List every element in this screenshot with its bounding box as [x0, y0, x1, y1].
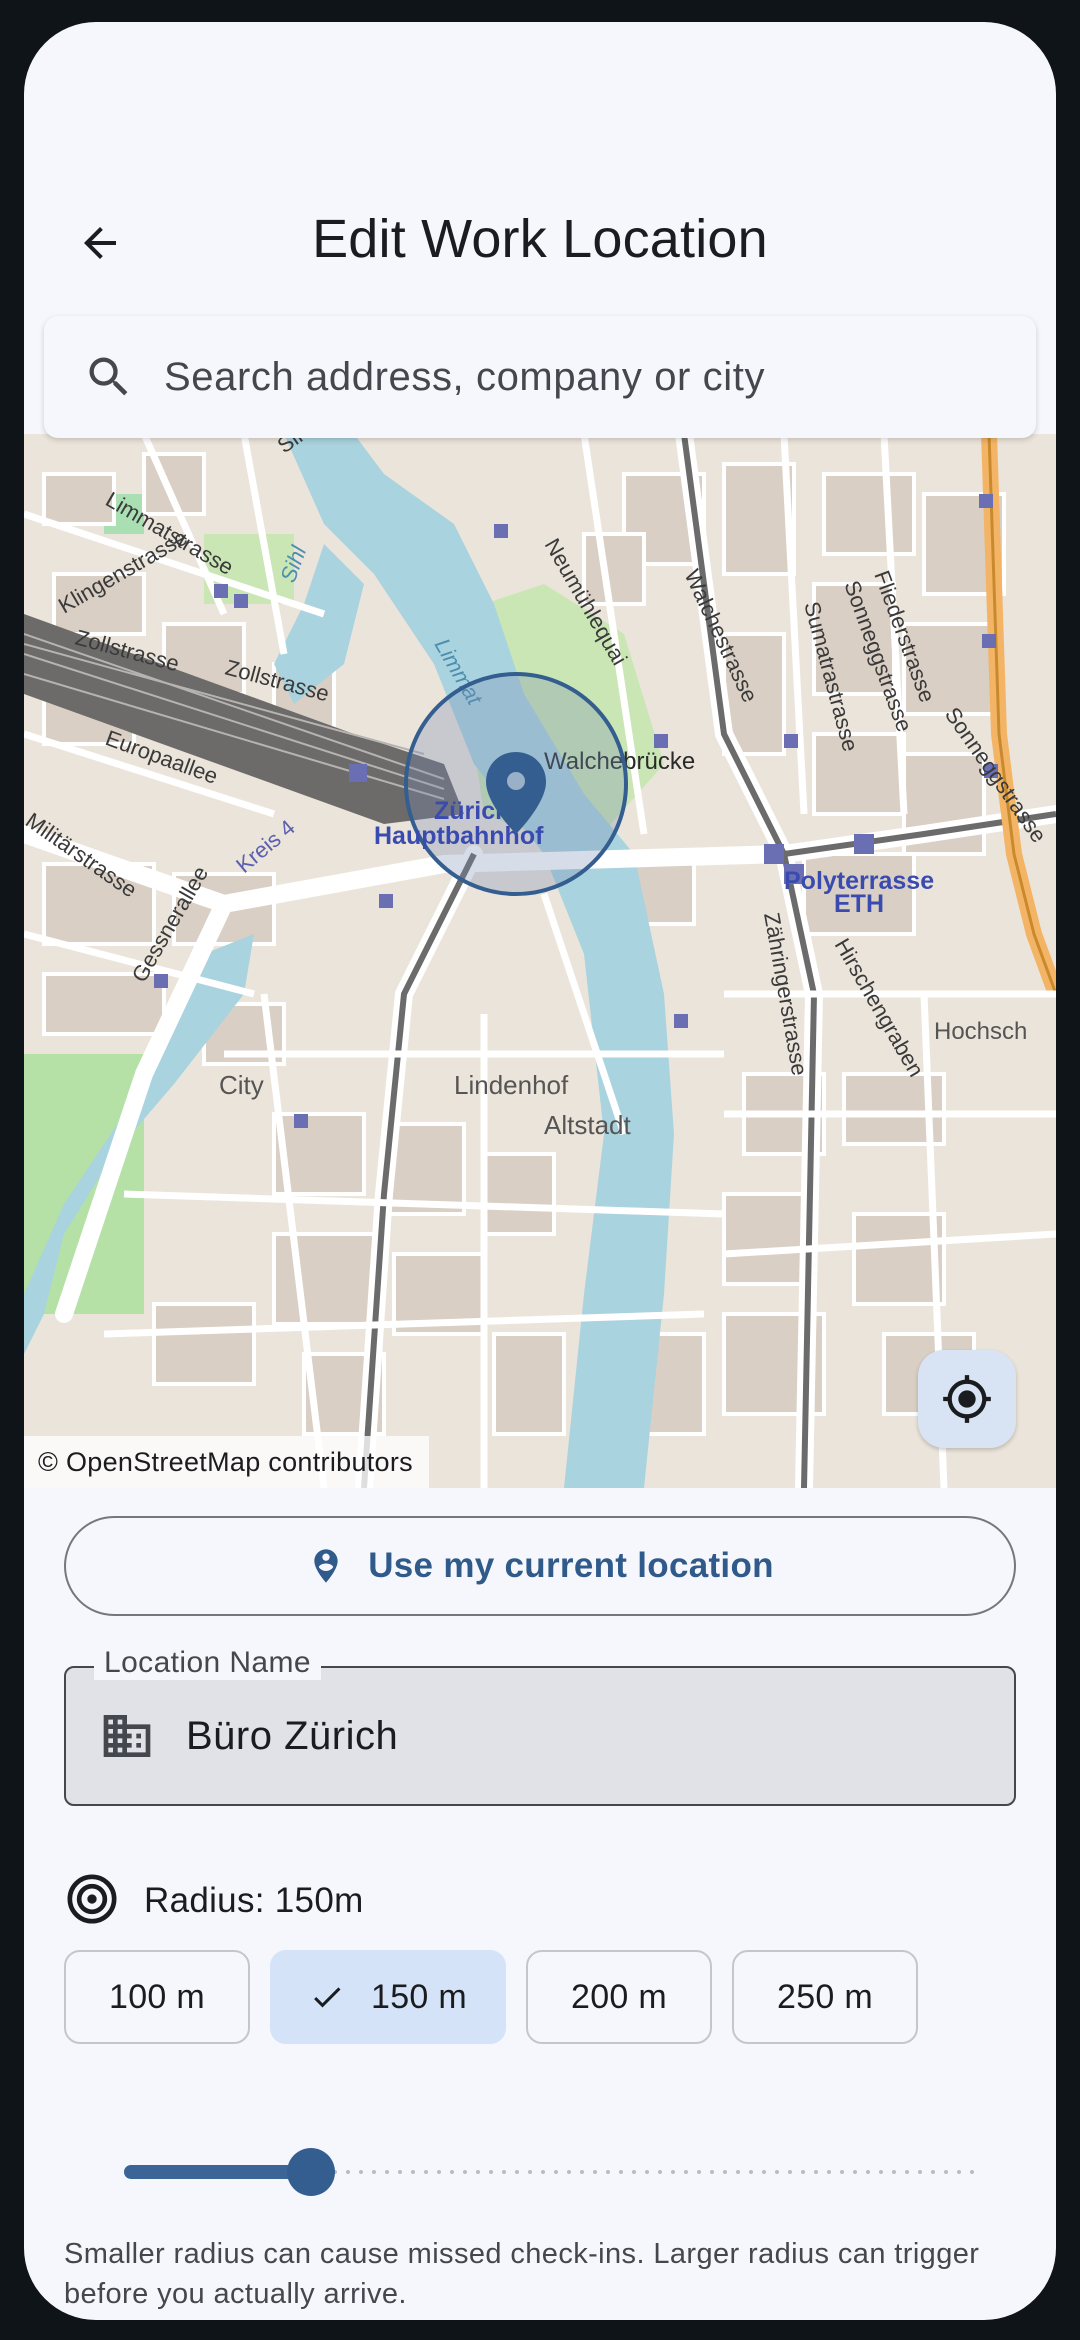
radius-chip-200[interactable]: 200 m [526, 1950, 712, 2044]
radius-chip-250[interactable]: 250 m [732, 1950, 918, 2044]
slider-tick [658, 2170, 662, 2174]
location-name-field[interactable]: Location Name [64, 1646, 1016, 1806]
check-icon [309, 1979, 345, 2015]
slider-tick [879, 2170, 883, 2174]
slider-tick [528, 2170, 532, 2174]
slider-tick [632, 2170, 636, 2174]
use-current-location-button[interactable]: Use my current location [64, 1516, 1016, 1616]
location-name-label: Location Name [94, 1646, 321, 1680]
slider-tick [372, 2170, 376, 2174]
slider-tick [736, 2170, 740, 2174]
person-pin-icon [306, 1546, 346, 1586]
app-bar: Edit Work Location [24, 172, 1056, 318]
slider-tick [905, 2170, 909, 2174]
slider-tick [463, 2170, 467, 2174]
poly-label-2: ETH [834, 890, 884, 918]
svg-text:Lindenhof: Lindenhof [454, 1070, 569, 1100]
building-icon [66, 1708, 186, 1764]
slider-tick [840, 2170, 844, 2174]
slider-tick [580, 2170, 584, 2174]
slider-tick [567, 2170, 571, 2174]
slider-tick [957, 2170, 961, 2174]
use-current-location-label: Use my current location [368, 1546, 774, 1585]
radius-label: Radius: 150m [144, 1881, 364, 1920]
recenter-button[interactable] [918, 1350, 1016, 1448]
slider-tick [723, 2170, 727, 2174]
svg-text:City: City [219, 1070, 264, 1100]
slider-tick [645, 2170, 649, 2174]
slider-tick [853, 2170, 857, 2174]
slider-tick [346, 2170, 350, 2174]
slider-tick [814, 2170, 818, 2174]
radius-slider[interactable] [124, 2142, 976, 2202]
slider-tick [801, 2170, 805, 2174]
slider-tick [515, 2170, 519, 2174]
phone-screen: Edit Work Location Search address, compa… [24, 22, 1056, 2320]
radius-target-icon [64, 1871, 120, 1932]
slider-tick [892, 2170, 896, 2174]
search-bar[interactable] [44, 316, 1036, 438]
slider-tick [918, 2170, 922, 2174]
location-name-input[interactable] [186, 1713, 1014, 1759]
svg-text:Altstadt: Altstadt [544, 1110, 631, 1140]
page-title: Edit Work Location [312, 209, 768, 269]
radius-chip-100[interactable]: 100 m [64, 1950, 250, 2044]
slider-active-track [124, 2165, 312, 2179]
slider-tick [476, 2170, 480, 2174]
slider-tick [489, 2170, 493, 2174]
slider-tick [593, 2170, 597, 2174]
slider-tick [606, 2170, 610, 2174]
slider-tick [359, 2170, 363, 2174]
slider-tick [502, 2170, 506, 2174]
slider-tick [437, 2170, 441, 2174]
slider-tick [944, 2170, 948, 2174]
slider-tick [411, 2170, 415, 2174]
slider-tick [385, 2170, 389, 2174]
slider-tick [775, 2170, 779, 2174]
slider-tick [970, 2170, 974, 2174]
slider-tick [671, 2170, 675, 2174]
slider-tick [450, 2170, 454, 2174]
slider-thumb[interactable] [287, 2148, 336, 2196]
slider-tick [931, 2170, 935, 2174]
radius-chip-150[interactable]: 150 m [270, 1950, 506, 2044]
slider-tick [541, 2170, 545, 2174]
slider-tick [619, 2170, 623, 2174]
slider-tick [788, 2170, 792, 2174]
chip-label: 150 m [371, 1977, 467, 2016]
search-input[interactable] [164, 316, 1036, 438]
chip-label: 200 m [571, 1977, 667, 2016]
map-attribution[interactable]: © OpenStreetMap contributors [24, 1436, 429, 1488]
chip-label: 250 m [777, 1977, 873, 2016]
slider-tick [866, 2170, 870, 2174]
slider-tick [762, 2170, 766, 2174]
slider-tick [424, 2170, 428, 2174]
map-view[interactable]: Limmatstrasse Klingenstrasse Zollstrasse… [24, 434, 1056, 1488]
slider-tick [697, 2170, 701, 2174]
slider-tick [554, 2170, 558, 2174]
slider-tick [684, 2170, 688, 2174]
radius-chips: 100 m 150 m 200 m 250 m [64, 1950, 918, 2044]
slider-tick [398, 2170, 402, 2174]
map-tiles: Limmatstrasse Klingenstrasse Zollstrasse… [24, 434, 1056, 1488]
svg-text:Hochsch: Hochsch [934, 1018, 1027, 1045]
search-icon [44, 351, 164, 403]
slider-tick [710, 2170, 714, 2174]
slider-tick [827, 2170, 831, 2174]
slider-tick [749, 2170, 753, 2174]
chip-label: 100 m [109, 1977, 205, 2016]
radius-header: Radius: 150m [64, 1866, 364, 1936]
radius-helper-text: Smaller radius can cause missed check-in… [64, 2238, 980, 2310]
my-location-icon [941, 1373, 993, 1425]
